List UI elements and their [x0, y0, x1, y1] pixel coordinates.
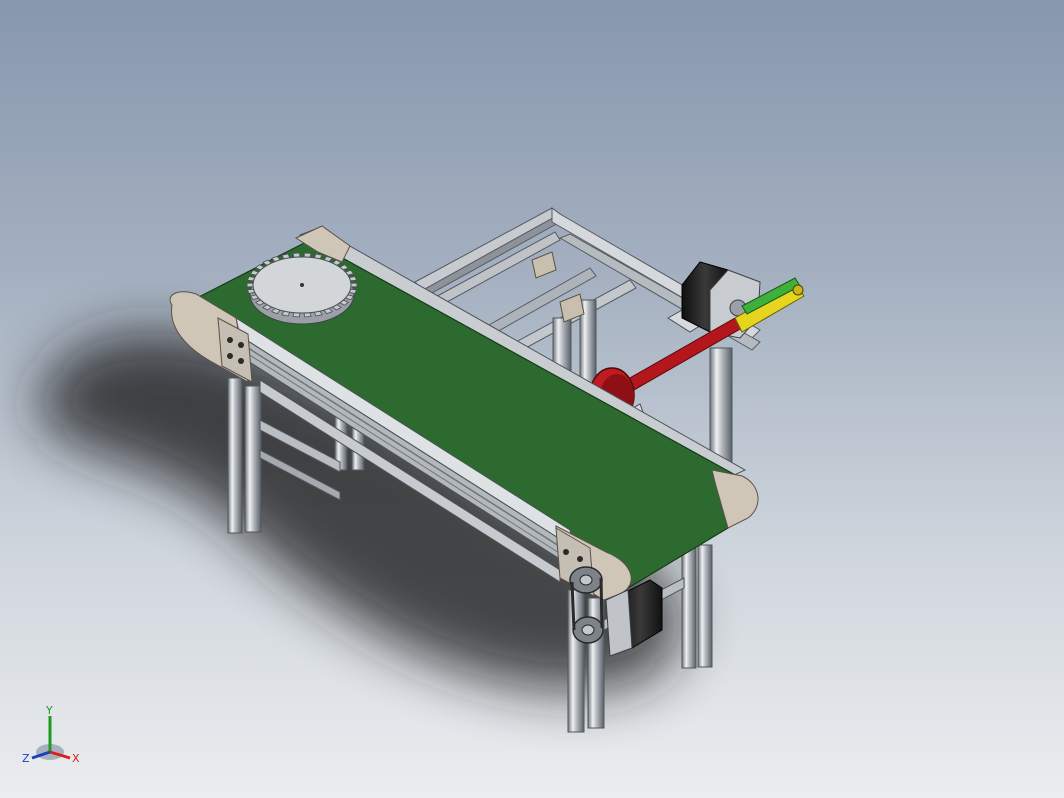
gear-center-hole [300, 283, 304, 287]
end-plate-bolt-3 [227, 353, 233, 359]
triad-x-label: X [72, 752, 80, 765]
rear-leg-3 [709, 347, 733, 467]
leg-right-front-a [567, 589, 585, 733]
end-plate-bolt-1 [227, 337, 233, 343]
triad-y-label: Y [45, 704, 53, 717]
gear-tooth [350, 282, 358, 288]
rear-top-rail-left-inner [422, 213, 561, 299]
conveyor-assembly-model[interactable] [0, 0, 1064, 798]
drive-pulley-lower-hub [581, 624, 595, 636]
timing-belt-left [570, 581, 576, 631]
drive-pulley-upper-hub [579, 574, 593, 586]
end-plate-bolt-5 [563, 549, 569, 555]
leg-right-back-b [697, 544, 713, 668]
triad-z-label: Z [22, 752, 30, 765]
corner-bracket-1 [531, 251, 557, 279]
leg-left-front-a [227, 377, 243, 534]
end-plate-bolt-2 [238, 342, 244, 348]
cad-viewport[interactable]: Y X Z [0, 0, 1064, 798]
timing-belt-right [599, 577, 604, 629]
xyz-triad-icon: Y X Z [22, 704, 80, 765]
drive-motor-plate [605, 589, 633, 657]
end-plate-bolt-6 [577, 556, 583, 562]
link-pivot [792, 284, 804, 296]
gear-tooth [246, 282, 254, 288]
leg-left-front-b [244, 385, 262, 533]
end-plate-bolt-4 [238, 358, 244, 364]
leg-right-back-a [681, 539, 697, 669]
